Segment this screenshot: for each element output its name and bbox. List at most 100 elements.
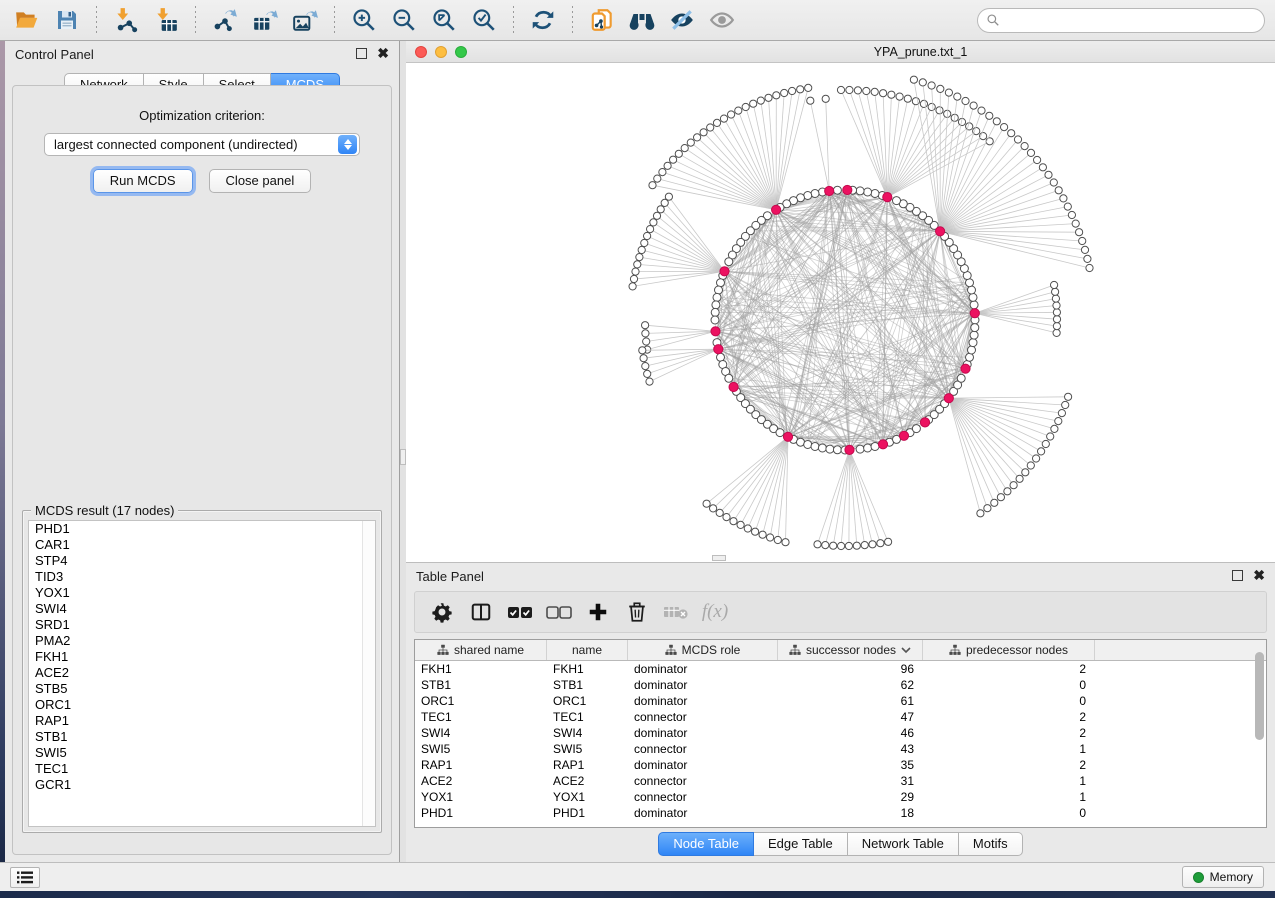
network-window-titlebar[interactable]: YPA_prune.txt_1: [406, 41, 1275, 63]
search-field[interactable]: [977, 8, 1265, 33]
mcds-result-item[interactable]: SWI5: [29, 745, 375, 761]
mcds-result-title: MCDS result (17 nodes): [31, 503, 178, 518]
zoom-in-icon[interactable]: [347, 4, 381, 36]
mcds-list-scrollbar[interactable]: [362, 521, 375, 826]
table-row[interactable]: STB1STB1dominator620: [415, 677, 1266, 693]
table-scrollbar[interactable]: [1255, 652, 1264, 740]
mcds-result-item[interactable]: TID3: [29, 569, 375, 585]
toolbar-separator: [513, 6, 514, 34]
cell-MCDS-role: connector: [628, 709, 778, 725]
mcds-result-item[interactable]: TEC1: [29, 761, 375, 777]
close-panel-icon[interactable]: ✖: [377, 48, 389, 59]
run-mcds-button[interactable]: Run MCDS: [93, 169, 193, 193]
column-header-predecessor-nodes[interactable]: predecessor nodes: [923, 640, 1095, 660]
export-network-icon[interactable]: [208, 4, 242, 36]
cell-name: SWI5: [547, 741, 628, 757]
column-header-name[interactable]: name: [547, 640, 628, 660]
delete-column-icon[interactable]: [622, 597, 652, 627]
table-row[interactable]: PHD1PHD1dominator180: [415, 805, 1266, 821]
import-table-icon[interactable]: [149, 4, 183, 36]
open-file-icon[interactable]: [10, 4, 44, 36]
cell-shared-name: ACE2: [415, 773, 547, 789]
mcds-result-item[interactable]: PHD1: [29, 521, 375, 537]
table-header-row: shared namenameMCDS rolesuccessor nodesp…: [415, 640, 1266, 661]
zoom-out-icon[interactable]: [387, 4, 421, 36]
cell-predecessor-nodes: 1: [923, 741, 1095, 757]
table-row[interactable]: SWI4SWI4dominator462: [415, 725, 1266, 741]
table-settings-icon[interactable]: [427, 597, 457, 627]
cell-successor-nodes: 46: [778, 725, 923, 741]
mcds-result-item[interactable]: GCR1: [29, 777, 375, 793]
mcds-result-item[interactable]: ORC1: [29, 697, 375, 713]
close-table-panel-icon[interactable]: ✖: [1253, 570, 1265, 581]
add-column-icon[interactable]: [583, 597, 613, 627]
criterion-dropdown[interactable]: largest connected component (undirected): [44, 133, 360, 156]
cell-name: YOX1: [547, 789, 628, 805]
show-all-icon[interactable]: [705, 4, 739, 36]
list-icon: [17, 871, 33, 884]
close-panel-button[interactable]: Close panel: [209, 169, 312, 193]
export-table-icon[interactable]: [248, 4, 282, 36]
search-input[interactable]: [1005, 12, 1256, 28]
new-network-from-selection-icon[interactable]: [585, 4, 619, 36]
horizontal-splitter-grip[interactable]: [712, 555, 726, 561]
refresh-icon[interactable]: [526, 4, 560, 36]
mcds-result-item[interactable]: SWI4: [29, 601, 375, 617]
tab-motifs[interactable]: Motifs: [959, 832, 1023, 856]
mcds-result-item[interactable]: YOX1: [29, 585, 375, 601]
cell-successor-nodes: 43: [778, 741, 923, 757]
show-task-history-button[interactable]: [10, 867, 40, 888]
tab-edge-table[interactable]: Edge Table: [754, 832, 848, 856]
mcds-result-item[interactable]: ACE2: [29, 665, 375, 681]
column-header-MCDS-role[interactable]: MCDS role: [628, 640, 778, 660]
zoom-fit-icon[interactable]: [427, 4, 461, 36]
show-columns-icon[interactable]: [466, 597, 496, 627]
table-row[interactable]: FKH1FKH1dominator962: [415, 661, 1266, 677]
table-type-tabs: Node TableEdge TableNetwork TableMotifs: [406, 832, 1275, 856]
table-row[interactable]: SWI5SWI5connector431: [415, 741, 1266, 757]
mcds-result-item[interactable]: RAP1: [29, 713, 375, 729]
tab-network-table[interactable]: Network Table: [848, 832, 959, 856]
network-graph[interactable]: [406, 63, 1275, 562]
mcds-result-list[interactable]: PHD1CAR1STP4TID3YOX1SWI4SRD1PMA2FKH1ACE2…: [28, 520, 376, 827]
node-table: shared namenameMCDS rolesuccessor nodesp…: [414, 639, 1267, 828]
mcds-result-item[interactable]: STP4: [29, 553, 375, 569]
criterion-value: largest connected component (undirected): [45, 137, 338, 152]
save-icon[interactable]: [50, 4, 84, 36]
table-row[interactable]: YOX1YOX1connector291: [415, 789, 1266, 805]
cell-MCDS-role: dominator: [628, 805, 778, 821]
table-body: FKH1FKH1dominator962STB1STB1dominator620…: [415, 661, 1266, 827]
mcds-result-item[interactable]: STB5: [29, 681, 375, 697]
tab-node-table[interactable]: Node Table: [658, 832, 754, 856]
deselect-all-icon[interactable]: [544, 597, 574, 627]
cell-MCDS-role: dominator: [628, 757, 778, 773]
cell-predecessor-nodes: 0: [923, 677, 1095, 693]
table-row[interactable]: RAP1RAP1dominator352: [415, 757, 1266, 773]
mcds-result-item[interactable]: STB1: [29, 729, 375, 745]
import-network-icon[interactable]: [109, 4, 143, 36]
table-row[interactable]: ACE2ACE2connector311: [415, 773, 1266, 789]
cell-predecessor-nodes: 2: [923, 757, 1095, 773]
cell-MCDS-role: dominator: [628, 677, 778, 693]
table-row[interactable]: ORC1ORC1dominator610: [415, 693, 1266, 709]
mcds-result-item[interactable]: PMA2: [29, 633, 375, 649]
column-header-shared-name[interactable]: shared name: [415, 640, 547, 660]
column-header-successor-nodes[interactable]: successor nodes: [778, 640, 923, 660]
delete-table-icon: [661, 597, 691, 627]
cell-successor-nodes: 61: [778, 693, 923, 709]
export-image-icon[interactable]: [288, 4, 322, 36]
float-panel-icon[interactable]: [356, 48, 367, 59]
mcds-result-item[interactable]: SRD1: [29, 617, 375, 633]
hide-selected-icon[interactable]: [665, 4, 699, 36]
memory-button[interactable]: Memory: [1182, 866, 1264, 888]
first-neighbors-icon[interactable]: [625, 4, 659, 36]
network-canvas[interactable]: [406, 63, 1275, 562]
mcds-result-item[interactable]: FKH1: [29, 649, 375, 665]
table-row[interactable]: TEC1TEC1connector472: [415, 709, 1266, 725]
zoom-selected-icon[interactable]: [467, 4, 501, 36]
select-all-icon[interactable]: [505, 597, 535, 627]
cell-shared-name: SWI5: [415, 741, 547, 757]
float-table-panel-icon[interactable]: [1232, 570, 1243, 581]
cell-predecessor-nodes: 0: [923, 693, 1095, 709]
mcds-result-item[interactable]: CAR1: [29, 537, 375, 553]
